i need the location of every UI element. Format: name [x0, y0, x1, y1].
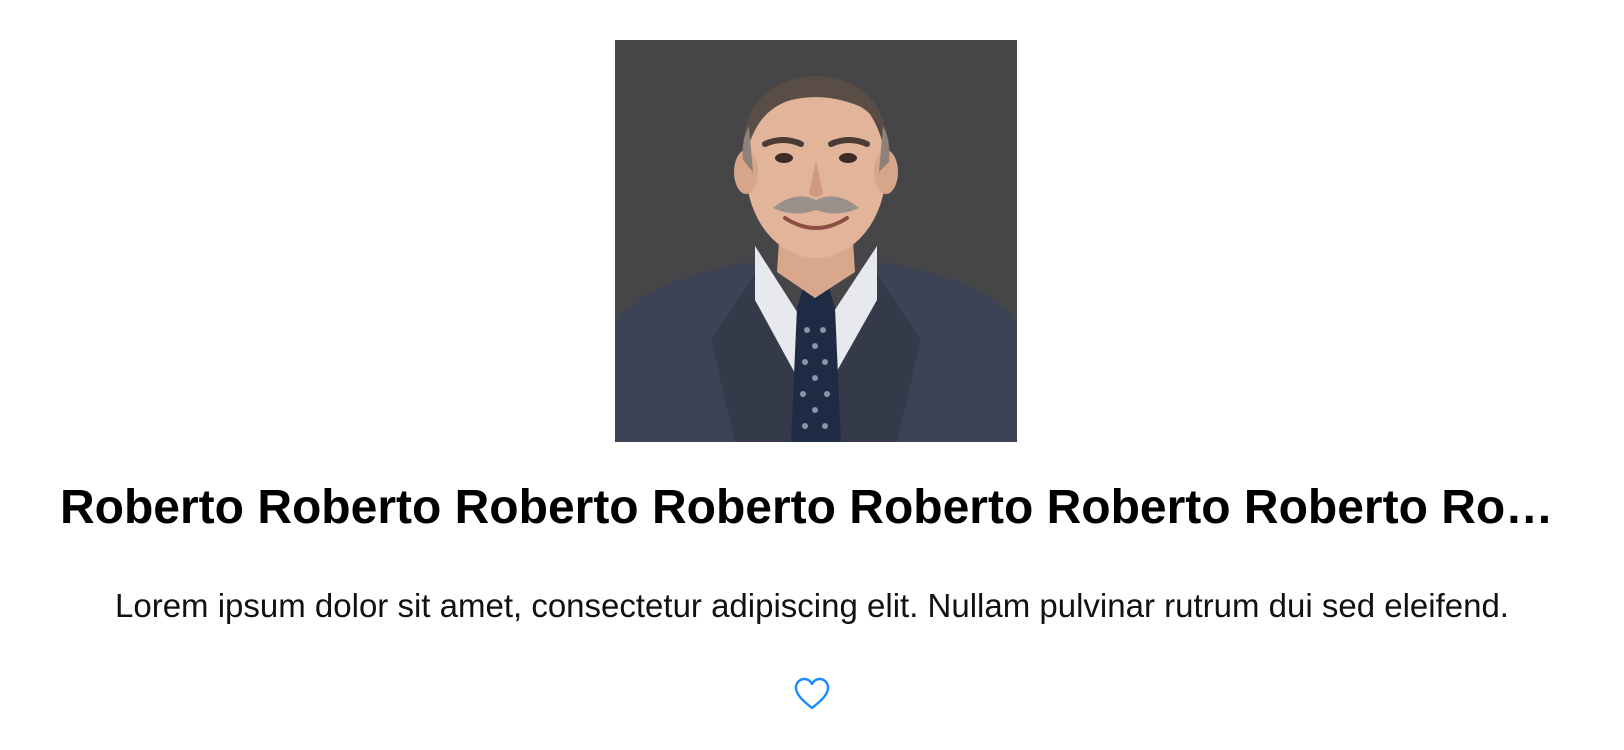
favorite-button[interactable]: [792, 674, 832, 714]
profile-photo: [615, 40, 1017, 442]
heart-outline-icon: [794, 677, 830, 710]
profile-name: Roberto Roberto Roberto Roberto Roberto …: [60, 481, 1564, 534]
profile-card: Roberto Roberto Roberto Roberto Roberto …: [0, 0, 1624, 750]
person-portrait-icon: [615, 40, 1017, 442]
profile-description: Lorem ipsum dolor sit amet, consectetur …: [115, 587, 1509, 624]
